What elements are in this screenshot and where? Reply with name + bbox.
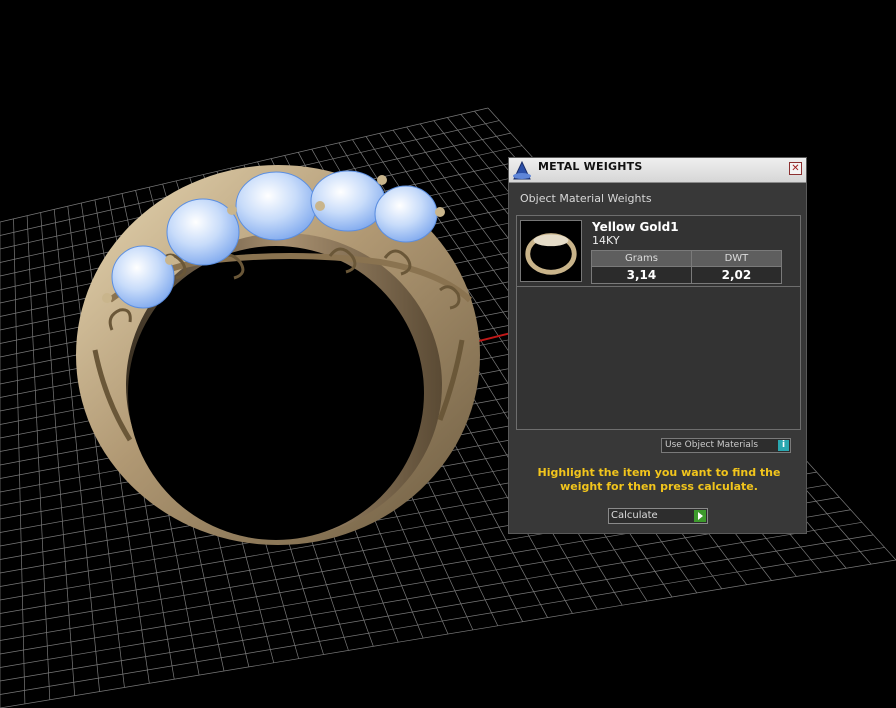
material-row[interactable]: Yellow Gold1 14KY Grams DWT 3,14 2,02 — [517, 216, 800, 287]
grams-value: 3,14 — [591, 266, 692, 284]
panel-titlebar[interactable]: METAL WEIGHTS ✕ — [509, 158, 806, 183]
panel-title: METAL WEIGHTS — [538, 160, 643, 173]
weights-table: Grams DWT 3,14 2,02 — [591, 250, 783, 284]
material-name: Yellow Gold1 — [592, 220, 679, 234]
rhino-logo-icon — [513, 160, 531, 180]
close-icon[interactable]: ✕ — [789, 162, 802, 175]
dwt-header: DWT — [690, 250, 783, 267]
grid-line — [0, 547, 885, 695]
calculate-button[interactable]: Calculate — [608, 508, 708, 524]
calculate-label: Calculate — [611, 510, 658, 521]
dwt-value: 2,02 — [690, 266, 783, 284]
material-list: Yellow Gold1 14KY Grams DWT 3,14 2,02 — [516, 215, 801, 430]
use-object-materials-dropdown[interactable]: Use Object Materials i — [661, 438, 791, 453]
section-title: Object Material Weights — [520, 192, 652, 205]
play-icon — [694, 510, 706, 522]
grams-header: Grams — [591, 250, 692, 267]
material-type: 14KY — [592, 234, 620, 247]
ring-thumbnail — [520, 220, 582, 282]
grid-line — [0, 559, 896, 708]
grid-line — [0, 534, 874, 682]
info-icon[interactable]: i — [778, 440, 789, 451]
hint-text: Highlight the item you want to find the … — [537, 466, 781, 493]
use-object-materials-label: Use Object Materials — [665, 440, 759, 450]
metal-weights-panel: METAL WEIGHTS ✕ Object Material Weights … — [508, 157, 807, 534]
